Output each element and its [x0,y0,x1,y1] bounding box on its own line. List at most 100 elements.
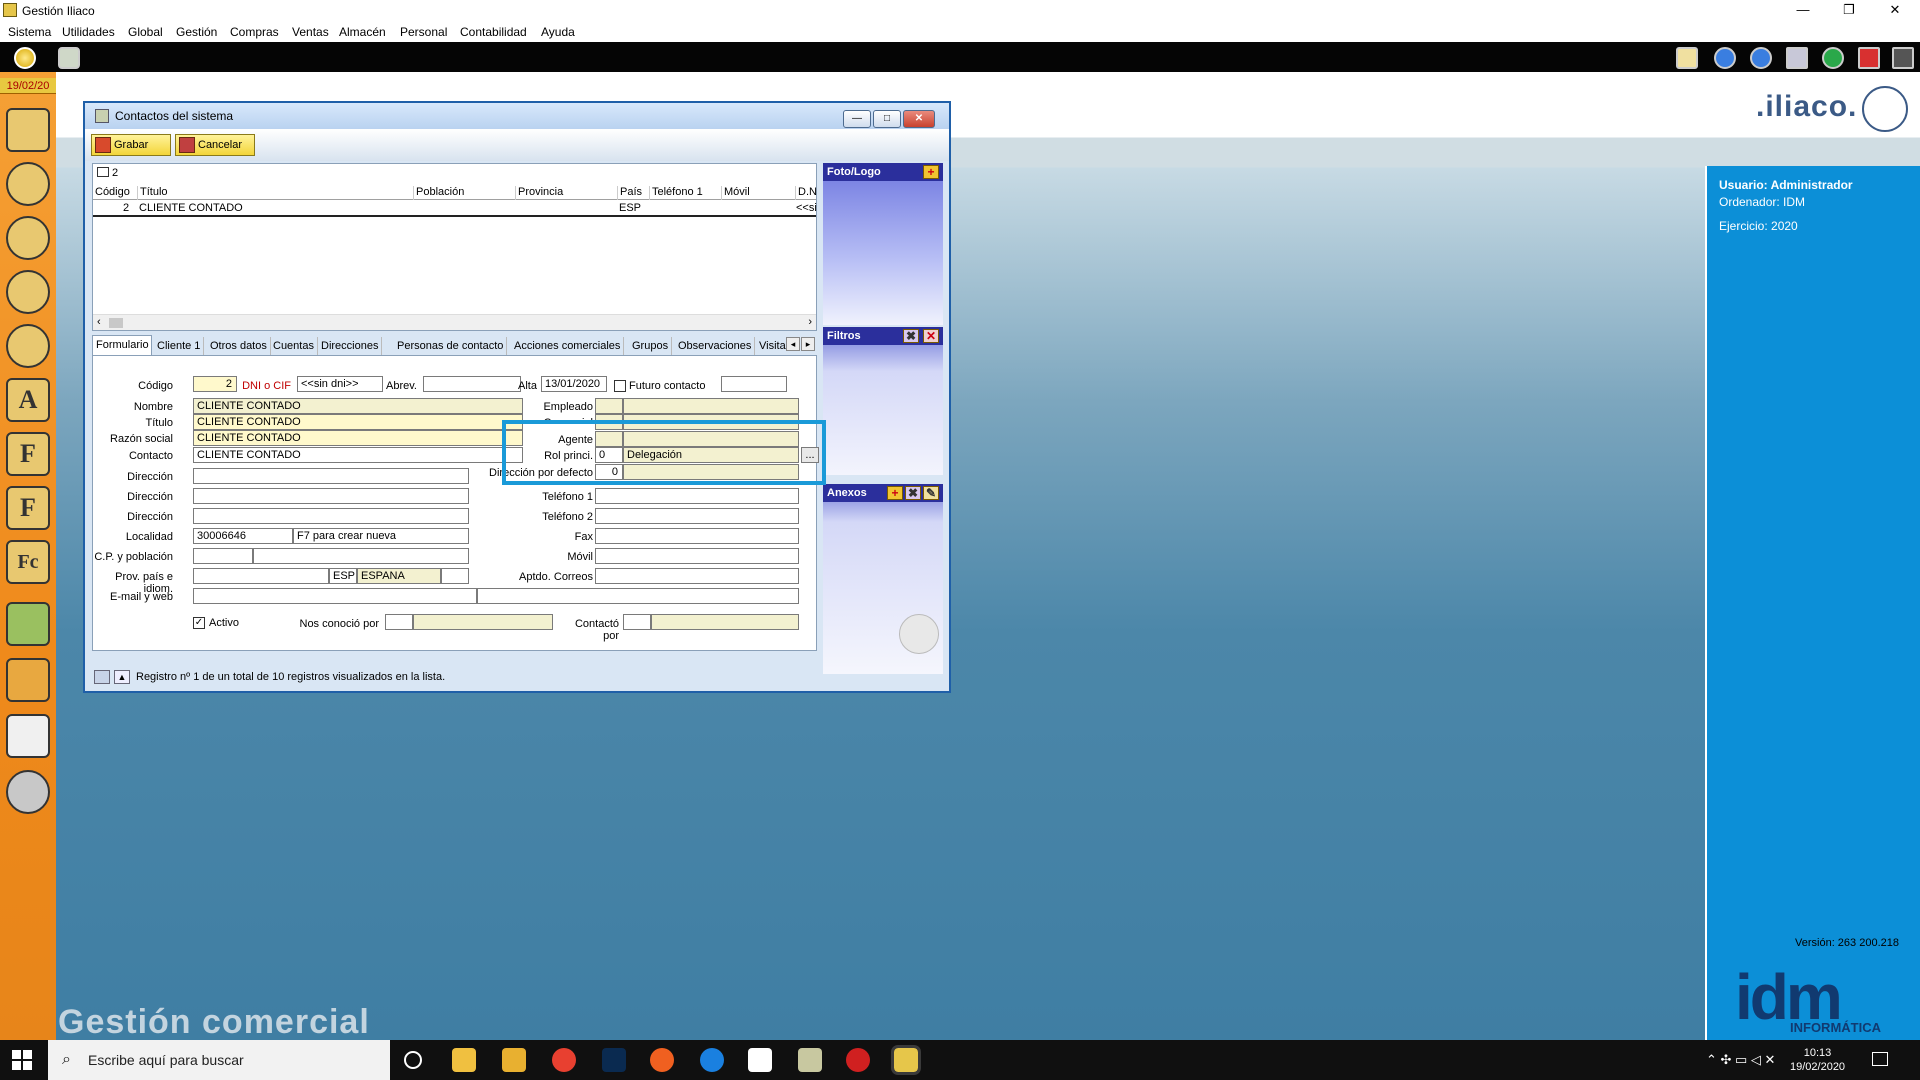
close-all-icon[interactable] [1858,47,1880,69]
abrev-field[interactable] [423,376,521,392]
dropbox-taskbar-icon[interactable] [748,1048,772,1072]
menu-compras[interactable]: Compras [230,25,279,39]
taskbar-clock[interactable]: 10:13 19/02/2020 [1790,1046,1845,1074]
contacto-por-name[interactable] [651,614,799,630]
person-agent-icon[interactable] [6,324,50,368]
anexo-open-icon[interactable]: ✎ [923,486,939,500]
direccion-field-3[interactable] [193,508,469,524]
dialog-close-button[interactable]: ✕ [903,110,935,128]
provincia-field[interactable] [193,568,329,584]
tab-scroll-right-icon[interactable]: ▸ [801,337,815,351]
users-icon[interactable] [58,47,80,69]
back-arrow-icon[interactable] [1714,47,1736,69]
scroll-left-icon[interactable]: ‹ [97,316,101,328]
col-dn[interactable]: D.N [795,186,817,200]
scroll-right-icon[interactable]: › [808,316,812,328]
minimize-button[interactable]: — [1780,0,1826,22]
telefono1-field[interactable] [595,488,799,504]
aptdo-correos-field[interactable] [595,568,799,584]
tab-otros-datos[interactable]: Otros datos [207,337,271,355]
filter-clear-icon[interactable]: ✕ [923,329,939,343]
notifications-icon[interactable] [1872,1052,1888,1066]
tab-scroll-left-icon[interactable]: ◂ [786,337,800,351]
grid-horizontal-scrollbar[interactable]: ‹ › [93,314,816,330]
mail-icon[interactable] [1676,47,1698,69]
futuro-contacto-date[interactable] [721,376,787,392]
tab-cliente1[interactable]: Cliente 1 [154,337,205,355]
settings-disc-icon[interactable] [6,770,50,814]
help-icon[interactable] [1822,47,1844,69]
empleado-code[interactable] [595,398,623,414]
dialog-title-bar[interactable]: Contactos del sistema — □ ✕ [85,103,949,129]
web-field[interactable] [477,588,799,604]
exit-icon[interactable] [1892,47,1914,69]
col-provincia[interactable]: Provincia [515,186,617,200]
tab-observaciones[interactable]: Observaciones [675,337,756,355]
nombre-field[interactable]: CLIENTE CONTADO [193,398,523,414]
col-codigo[interactable]: Código [93,186,137,200]
dialog-minimize-button[interactable]: — [843,110,871,128]
invoice-fc-icon[interactable]: Fc [6,540,50,584]
windows-start-icon[interactable] [12,1050,32,1070]
home-orb-icon[interactable] [14,47,36,69]
windows-list-icon[interactable] [1786,47,1808,69]
codigo-field[interactable]: 2 [193,376,237,392]
tab-visita[interactable]: Visita [756,337,789,355]
razon-social-field[interactable]: CLIENTE CONTADO [193,430,523,446]
alta-field[interactable]: 13/01/2020 [541,376,607,392]
grabar-button[interactable]: Grabar [91,134,171,156]
dni-field[interactable]: <<sin dni>> [297,376,383,392]
titulo-field[interactable]: CLIENTE CONTADO [193,414,523,430]
photoshop-taskbar-icon[interactable] [602,1048,626,1072]
taskbar-search-input[interactable]: ⌕ Escribe aquí para buscar [48,1040,390,1080]
direccion-field-2[interactable] [193,488,469,504]
table-row[interactable]: 2 CLIENTE CONTADO ESP <<si [93,201,817,217]
col-movil[interactable]: Móvil [721,186,795,200]
dialog-maximize-button[interactable]: □ [873,110,901,128]
localidad-code[interactable]: 30006646 [193,528,293,544]
col-poblacion[interactable]: Población [413,186,515,200]
status-expand-icon[interactable]: ▲ [114,670,130,684]
edge-taskbar-icon[interactable] [700,1048,724,1072]
menu-global[interactable]: Global [128,25,163,39]
contacto-field[interactable]: CLIENTE CONTADO [193,447,523,463]
status-record-icon[interactable] [94,670,110,684]
notebook-icon[interactable] [6,108,50,152]
contacto-por-code[interactable] [623,614,651,630]
cancelar-button[interactable]: Cancelar [175,134,255,156]
tab-cuentas[interactable]: Cuentas [270,337,318,355]
chrome-taskbar-icon[interactable] [552,1048,576,1072]
file-explorer-taskbar-icon[interactable] [452,1048,476,1072]
scroll-thumb[interactable] [109,318,123,328]
person-icon[interactable] [6,216,50,260]
nos-conocio-code[interactable] [385,614,413,630]
folder-bag-icon[interactable] [6,658,50,702]
shopping-bag-icon[interactable] [6,602,50,646]
contacts-group-icon[interactable] [6,162,50,206]
tab-personas-contacto[interactable]: Personas de contacto [394,337,508,355]
tab-direcciones[interactable]: Direcciones [318,337,383,355]
idioma-field[interactable] [441,568,469,584]
menu-contabilidad[interactable]: Contabilidad [460,25,527,39]
empleado-name[interactable] [623,398,799,414]
add-photo-icon[interactable]: + [923,165,939,179]
letter-a-icon[interactable]: A [6,378,50,422]
tab-formulario[interactable]: Formulario [92,335,152,355]
filter-tools-icon[interactable]: ✖ [903,329,919,343]
pais-code-field[interactable]: ESP [329,568,357,584]
cp-field[interactable] [193,548,253,564]
menu-gestion[interactable]: Gestión [176,25,217,39]
localidad-name[interactable]: F7 para crear nueva [293,528,469,544]
firefox-taskbar-icon[interactable] [650,1048,674,1072]
task-view-icon[interactable] [404,1051,422,1069]
iliaco-taskbar-icon[interactable] [798,1048,822,1072]
fax-field[interactable] [595,528,799,544]
direccion-field-1[interactable] [193,468,469,484]
report-list-icon[interactable] [6,714,50,758]
poblacion-field[interactable] [253,548,469,564]
col-titulo[interactable]: Título [137,186,413,200]
futuro-contacto-checkbox[interactable] [614,380,626,392]
telefono2-field[interactable] [595,508,799,524]
email-field[interactable] [193,588,477,604]
system-tray-icons[interactable]: ⌃ ✣ ▭ ◁ ✕ [1706,1052,1775,1068]
